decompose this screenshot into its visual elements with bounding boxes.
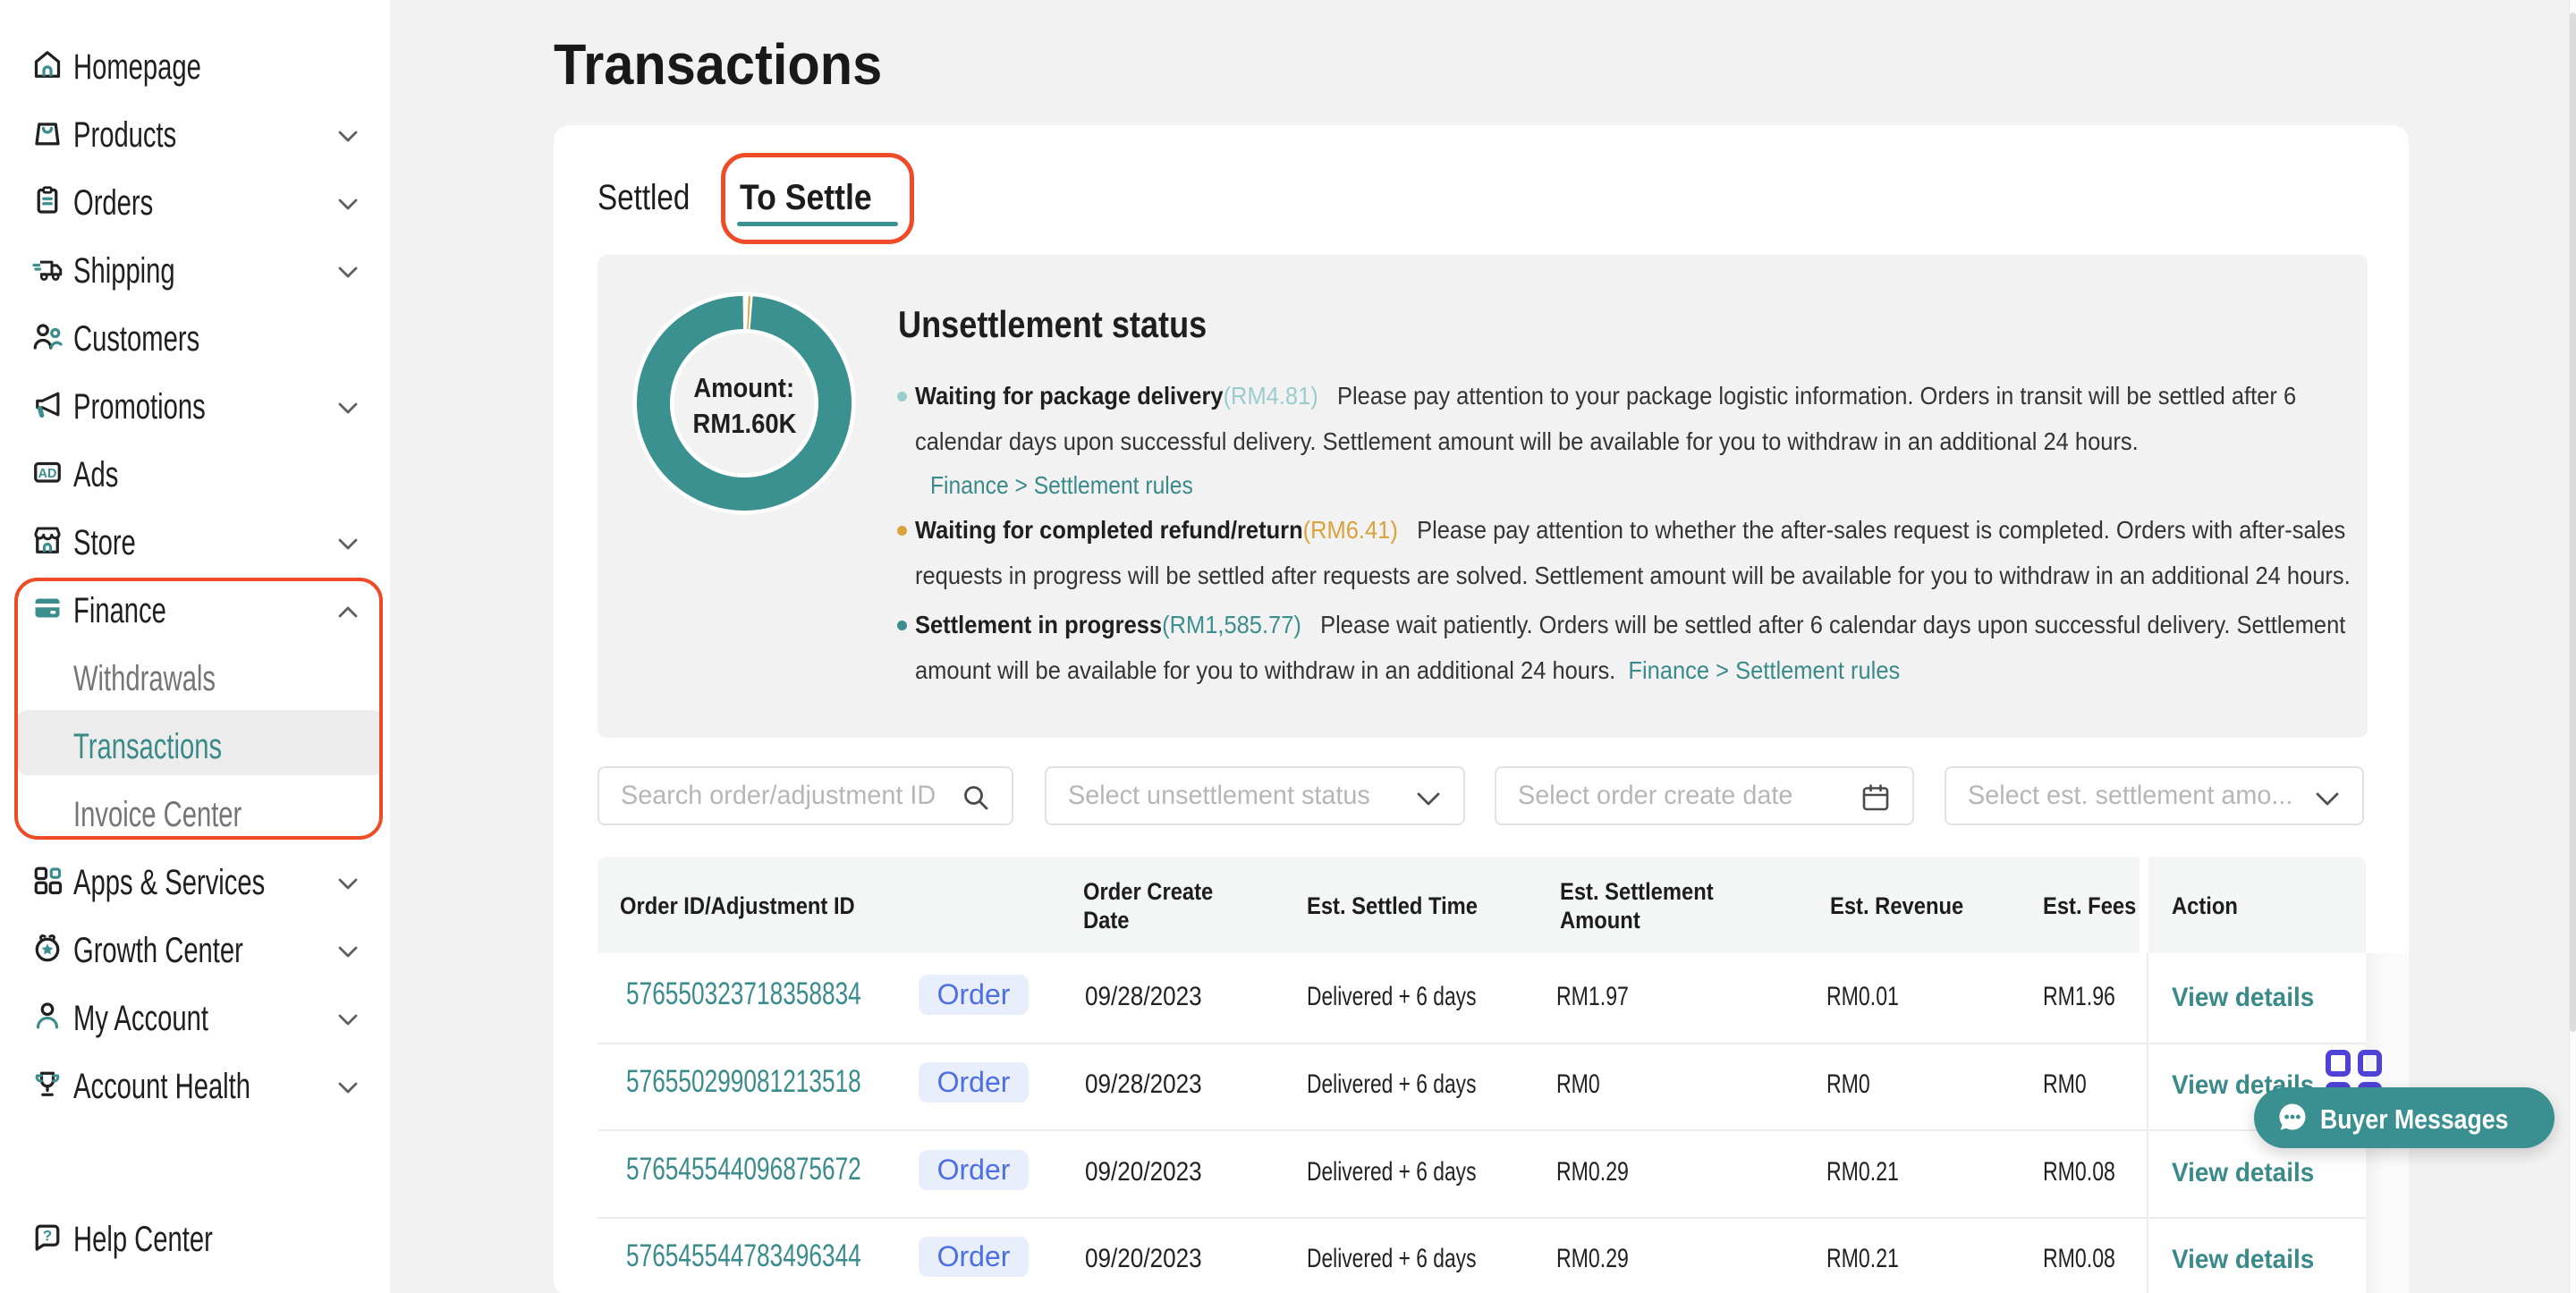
svg-text:?: ? xyxy=(43,1227,52,1244)
svg-text:AD: AD xyxy=(38,467,57,481)
